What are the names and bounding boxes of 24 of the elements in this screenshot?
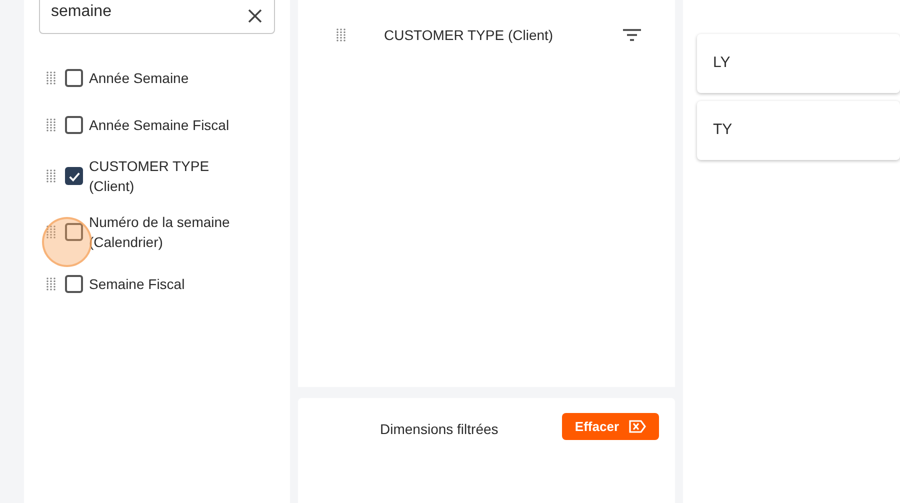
checkbox[interactable] bbox=[65, 68, 83, 86]
clear-tag-icon bbox=[629, 420, 646, 433]
field-label: Année Semaine Fiscal bbox=[89, 116, 230, 134]
drag-handle-icon[interactable] bbox=[336, 28, 346, 42]
drag-handle-icon[interactable] bbox=[46, 169, 56, 183]
field-label: Semaine Fiscal bbox=[89, 274, 185, 294]
field-label: CUSTOMER TYPE (Client) bbox=[89, 157, 210, 196]
measure-card[interactable]: LY bbox=[697, 34, 900, 93]
drag-handle-icon[interactable] bbox=[46, 276, 56, 290]
dimension-label: CUSTOMER TYPE (Client) bbox=[384, 26, 554, 45]
filter-icon[interactable] bbox=[623, 28, 641, 42]
checkbox[interactable] bbox=[65, 223, 83, 241]
measure-card[interactable]: TY bbox=[697, 101, 900, 160]
drag-handle-icon[interactable] bbox=[46, 70, 56, 84]
close-icon[interactable] bbox=[247, 8, 263, 24]
filter-title: Dimensions filtrées bbox=[380, 420, 498, 439]
checkbox[interactable] bbox=[65, 116, 83, 134]
drag-handle-icon[interactable] bbox=[46, 225, 56, 239]
field-label: Année Semaine bbox=[89, 68, 189, 88]
checkbox[interactable] bbox=[65, 167, 83, 185]
checkbox[interactable] bbox=[65, 274, 83, 292]
drag-handle-icon[interactable] bbox=[46, 118, 56, 132]
search-field[interactable]: semaine bbox=[39, 0, 275, 34]
search-input[interactable]: semaine bbox=[51, 0, 247, 24]
